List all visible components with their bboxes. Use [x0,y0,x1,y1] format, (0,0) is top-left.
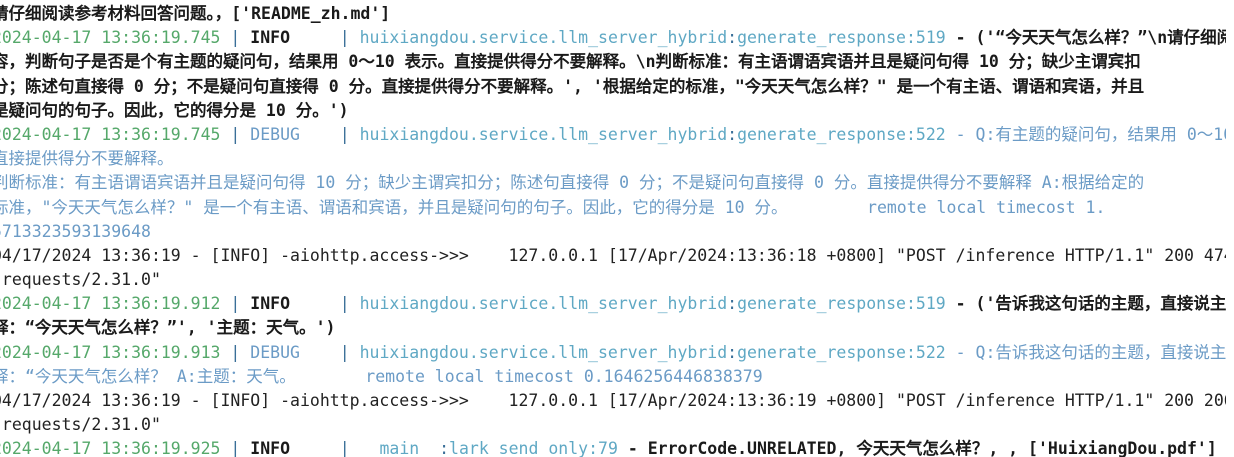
log-segment: lark_send_only [449,439,589,457]
log-segment: | [299,342,360,362]
log-line: -requests/2.31.0" [0,413,1226,437]
log-segment: - Q:有主题的疑问句，结果用 0～10 表示。 [955,124,1226,144]
log-segment: 04/17/2024 13:36:19 - [INFO] -aiohttp.ac… [0,245,1226,265]
log-segment: 标准，"今天天气怎么样？" 是一个有主语、谓语和宾语，并且是疑问句的句子。因此，… [0,197,1106,217]
log-segment: -requests/2.31.0" [0,415,161,435]
log-segment: 请仔细阅读参考材料回答问题。，['README_zh.md'] [0,4,391,23]
log-segment: - ErrorCode.UNRELATED, 今天天气怎么样？, , ['Hui… [617,439,1217,457]
log-segment: :519 [905,28,946,48]
log-segment: :522 [905,124,946,144]
log-segment: | [220,294,251,314]
log-segment: | [290,439,360,457]
log-segment: INFO [250,439,291,457]
log-segment: | [220,28,251,48]
log-segment: INFO [250,294,291,314]
log-segment: 容，判断句子是否是个有主题的疑问句，结果用 0～10 表示。直接提供得分不要解释… [0,52,1141,72]
log-segment: - Q:告诉我这句话的主题，直接说主题不要解 [955,342,1226,362]
log-segment: :519 [905,294,946,314]
log-segment: generate_response [737,342,906,362]
log-line: 分；陈述句直接得 0 分；不是疑问句直接得 0 分。直接提供得分不要解释。', … [0,75,1226,99]
log-segment: 2024-04-17 13:36:19.745 [0,124,221,144]
log-segment: 判断标准：有主语谓语宾语并且是疑问句得 10 分；缺少主谓宾扣分；陈述句直接得 … [0,173,1145,193]
log-segment: | [220,124,251,144]
log-segment: - ('“今天天气怎么样？”\n请仔细阅读以上内 [955,28,1226,48]
log-line: 容，判断句子是否是个有主题的疑问句，结果用 0～10 表示。直接提供得分不要解释… [0,50,1226,74]
log-segment: INFO [250,28,291,48]
log-line: 直接提供得分不要解释。 [0,147,1226,171]
log-segment: huixiangdou.service.llm_server_hybrid [359,28,728,48]
log-segment: :522 [905,342,946,362]
log-segment: - ('告诉我这句话的主题，直接说主题不要解 [955,294,1226,314]
log-segment: : [727,294,738,314]
log-line: 2024-04-17 13:36:19.745 | DEBUG | huixia… [0,123,1226,147]
log-line: 标准，"今天天气怎么样？" 是一个有主语、谓语和宾语，并且是疑问句的句子。因此，… [0,196,1226,220]
log-segment: huixiangdou.service.llm_server_hybrid [359,294,728,314]
log-segment: 2024-04-17 13:36:19.925 [0,439,221,457]
log-line: -requests/2.31.0" [0,268,1226,292]
log-segment: DEBUG [250,124,300,144]
log-segment: huixiangdou.service.llm_server_hybrid [359,124,728,144]
log-segment: 分；陈述句直接得 0 分；不是疑问句直接得 0 分。直接提供得分不要解释。', … [0,76,1145,96]
log-segment: generate_response [737,294,906,314]
log-line: 是疑问句的句子。因此，它的得分是 10 分。') [0,99,1226,123]
log-segment: generate_response [737,124,906,144]
log-segment: 直接提供得分不要解释。 [0,149,174,169]
log-line: 2024-04-17 13:36:19.912 | INFO | huixian… [0,292,1226,316]
log-segment: 2024-04-17 13:36:19.913 [0,342,221,362]
log-line: 判断标准：有主语谓语宾语并且是疑问句得 10 分；缺少主谓宾扣分；陈述句直接得 … [0,171,1226,195]
log-segment: | [299,124,360,144]
log-segment: generate_response [737,28,906,48]
log-segment: 04/17/2024 13:36:19 - [INFO] -aiohttp.ac… [0,391,1226,410]
log-line: 04/17/2024 13:36:19 - [INFO] -aiohttp.ac… [0,244,1226,268]
log-line: 5713323593139648 [0,220,1226,244]
log-line: 请仔细阅读参考材料回答问题。，['README_zh.md'] [0,2,1226,26]
log-segment: __main__ [359,439,440,457]
log-segment: : [727,342,738,362]
log-line: 2024-04-17 13:36:19.745 | INFO | huixian… [0,26,1226,50]
terminal-output[interactable]: 请仔细阅读参考材料回答问题。，['README_zh.md'] 2024-04-1… [0,0,1226,457]
log-line: 2024-04-17 13:36:19.925 | INFO | __main_… [0,437,1226,457]
log-line: 04/17/2024 13:36:19 - [INFO] -aiohttp.ac… [0,389,1226,413]
log-segment: 释：“今天天气怎么样？”', '主题：天气。') [0,318,336,338]
log-segment: | [220,342,251,362]
log-segment: 2024-04-17 13:36:19.745 [0,28,221,48]
log-segment: : [727,124,738,144]
log-segment: 是疑问句的句子。因此，它的得分是 10 分。') [0,100,349,120]
log-segment: -requests/2.31.0" [0,270,161,290]
log-segment: DEBUG [250,342,300,362]
log-line: 释：“今天天气怎么样？ A:主题：天气。 remote local timeco… [0,365,1226,389]
log-segment: 5713323593139648 [0,221,151,241]
log-segment: : [439,439,450,457]
log-segment: 释：“今天天气怎么样？ A:主题：天气。 remote local timeco… [0,366,763,386]
log-line: 释：“今天天气怎么样？”', '主题：天气。') [0,316,1226,340]
log-segment: : [727,28,738,48]
log-segment: | [220,439,251,457]
log-segment: :79 [588,439,618,457]
log-line: 2024-04-17 13:36:19.913 | DEBUG | huixia… [0,341,1226,365]
log-segment: | [290,294,360,314]
log-segment: huixiangdou.service.llm_server_hybrid [359,342,728,362]
log-segment: 2024-04-17 13:36:19.912 [0,294,221,314]
log-segment: | [290,28,360,48]
